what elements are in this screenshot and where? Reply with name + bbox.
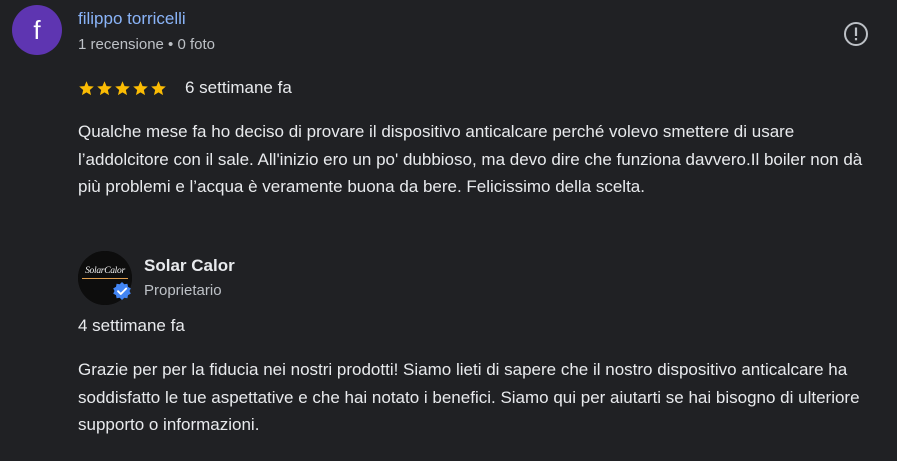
- star-icon: [79, 80, 94, 95]
- star-icon: [133, 80, 148, 95]
- review-time: 6 settimane fa: [185, 78, 292, 97]
- author-avatar[interactable]: f: [12, 5, 62, 55]
- star-icon: [151, 80, 166, 95]
- owner-logo[interactable]: SolarCalor: [78, 251, 132, 305]
- owner-name: Solar Calor: [144, 256, 235, 275]
- logo-underline: [82, 278, 128, 279]
- owner-role: Proprietario: [144, 282, 222, 299]
- report-icon[interactable]: [842, 20, 870, 48]
- logo-text: SolarCalor: [85, 266, 125, 276]
- verified-badge-icon: [113, 282, 131, 300]
- review-text: Qualche mese fa ho deciso di provare il …: [78, 122, 863, 196]
- author-name-link[interactable]: filippo torricelli: [78, 9, 186, 29]
- rating-row: 6 settimane fa: [78, 78, 292, 98]
- reply-time: 4 settimane fa: [78, 316, 185, 335]
- star-icon: [97, 80, 112, 95]
- author-meta: 1 recensione • 0 foto: [78, 36, 216, 53]
- reply-text: Grazie per per la fiducia nei nostri pro…: [78, 360, 860, 434]
- star-rating: [78, 80, 167, 97]
- star-icon: [115, 80, 130, 95]
- avatar-letter: f: [33, 14, 41, 45]
